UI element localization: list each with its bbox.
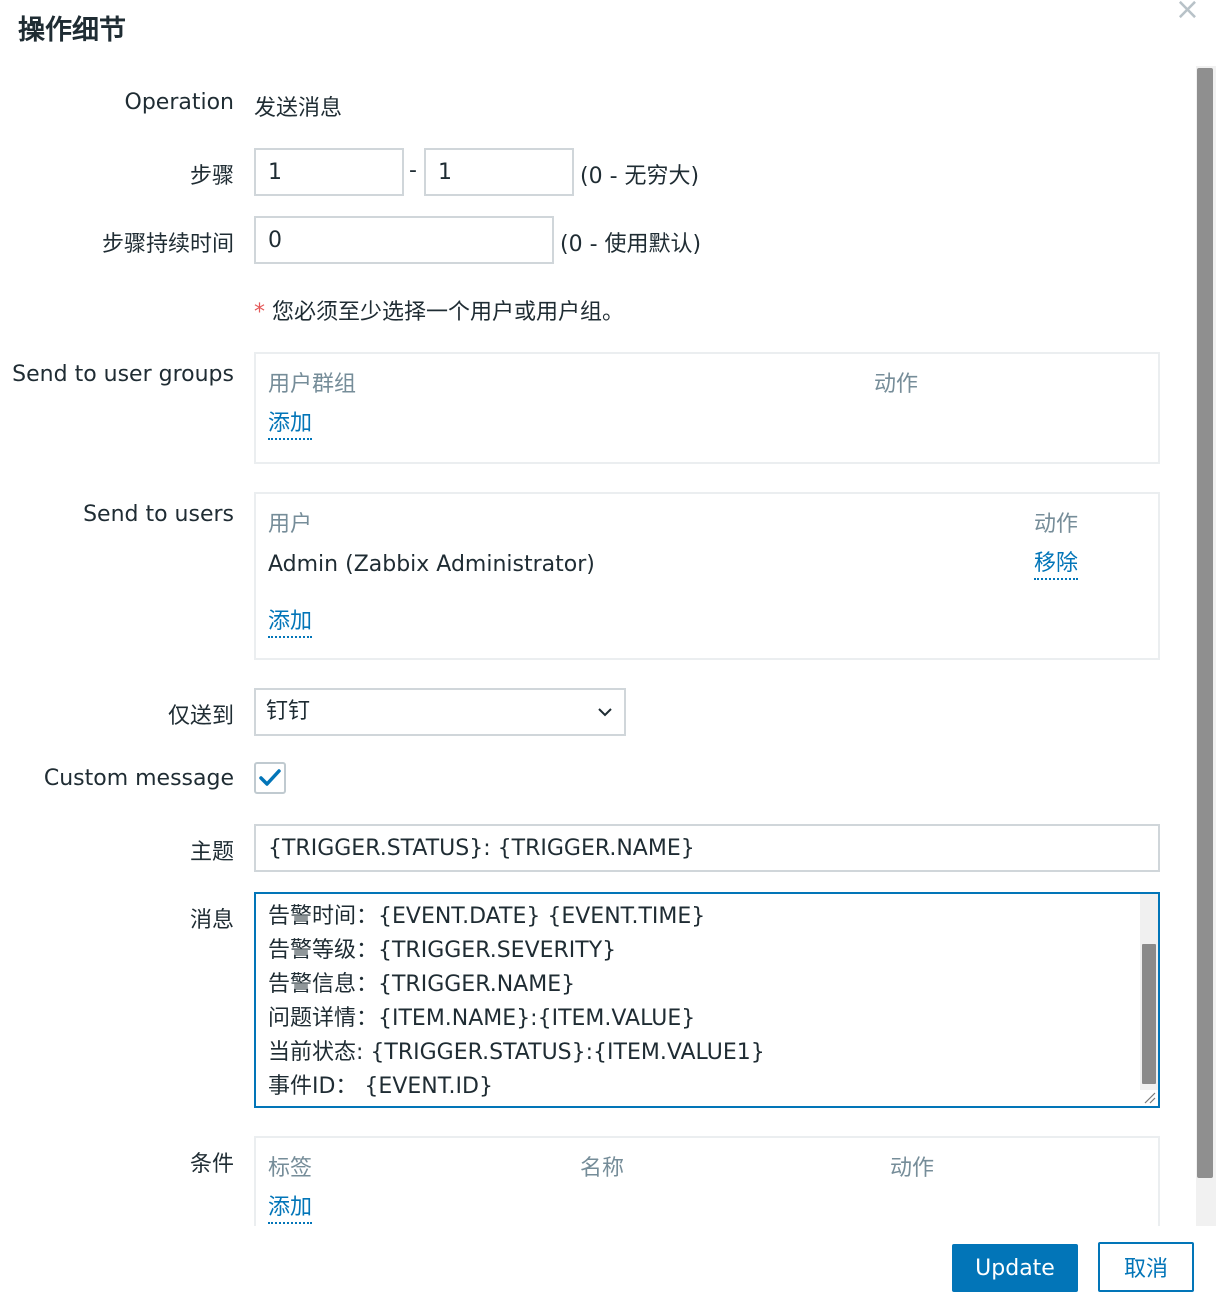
- message-line: 事件ID： {EVENT.ID}: [268, 1074, 493, 1099]
- required-warning-text: 您必须至少选择一个用户或用户组。: [272, 300, 625, 325]
- steps-label: 步骤: [189, 164, 234, 189]
- message-line: 告警信息：{TRIGGER.NAME}: [268, 972, 576, 997]
- message-line: 告警等级：{TRIGGER.SEVERITY}: [268, 938, 617, 963]
- send-only-to-label: 仅送到: [167, 704, 234, 729]
- message-textarea[interactable]: 告警时间：{EVENT.DATE} {EVENT.TIME} 告警等级：{TRI…: [254, 892, 1160, 1108]
- conditions-col-tag: 标签: [268, 1156, 313, 1181]
- operation-details-dialog: 操作细节 × Operation 发送消息 步骤 - (0 - 无穷大) 步骤持…: [0, 0, 1218, 1314]
- user-groups-label: Send to user groups: [12, 362, 234, 387]
- subject-input[interactable]: [254, 824, 1160, 872]
- steps-hint: (0 - 无穷大): [580, 164, 700, 189]
- users-col-action: 动作: [1034, 512, 1079, 537]
- message-line: 告警时间：{EVENT.DATE} {EVENT.TIME}: [268, 904, 706, 929]
- subject-label: 主题: [189, 840, 234, 865]
- message-line: 问题详情：{ITEM.NAME}:{ITEM.VALUE}: [268, 1006, 696, 1031]
- required-asterisk: *: [254, 300, 265, 325]
- required-warning: * 您必须至少选择一个用户或用户组。: [254, 294, 624, 326]
- custom-message-checkbox[interactable]: [254, 762, 286, 794]
- add-user-group-link[interactable]: 添加: [268, 410, 313, 440]
- conditions-col-action: 动作: [890, 1156, 935, 1181]
- conditions-label: 条件: [189, 1152, 234, 1177]
- chevron-down-icon: [598, 708, 612, 717]
- user-groups-col-action: 动作: [874, 372, 919, 397]
- checkmark-icon: [259, 769, 281, 786]
- textarea-scrollbar[interactable]: [1140, 894, 1158, 1090]
- step-duration-input[interactable]: [254, 216, 554, 264]
- step-to-input[interactable]: [424, 148, 574, 196]
- remove-user-link[interactable]: 移除: [1034, 550, 1079, 580]
- add-condition-link[interactable]: 添加: [268, 1194, 313, 1224]
- send-only-to-select[interactable]: 钉钉: [254, 688, 626, 736]
- user-groups-col-group: 用户群组: [268, 372, 357, 397]
- operation-value: 发送消息: [254, 96, 343, 121]
- conditions-col-name: 名称: [580, 1156, 625, 1181]
- add-user-link[interactable]: 添加: [268, 608, 313, 638]
- message-line: 当前状态: {TRIGGER.STATUS}:{ITEM.VALUE1}: [268, 1040, 765, 1065]
- user-groups-table: 用户群组 动作 添加: [254, 352, 1160, 464]
- resize-handle-icon[interactable]: [1142, 1090, 1156, 1104]
- operation-label: Operation: [124, 90, 234, 115]
- users-col-user: 用户: [268, 512, 313, 537]
- message-label: 消息: [189, 908, 234, 933]
- users-table: 用户 动作 Admin (Zabbix Administrator) 移除 添加: [254, 492, 1160, 660]
- user-name: Admin (Zabbix Administrator): [268, 552, 595, 577]
- step-duration-hint: (0 - 使用默认): [560, 232, 702, 257]
- close-icon[interactable]: ×: [1175, 0, 1200, 27]
- dialog-scrollbar-thumb[interactable]: [1197, 68, 1213, 1178]
- custom-message-label: Custom message: [43, 766, 234, 791]
- send-only-to-value: 钉钉: [266, 699, 311, 724]
- users-label: Send to users: [83, 502, 234, 527]
- conditions-table: 标签 名称 动作 添加: [254, 1136, 1160, 1236]
- update-button[interactable]: Update: [952, 1244, 1078, 1292]
- dialog-title: 操作细节: [18, 15, 126, 46]
- cancel-button[interactable]: 取消: [1098, 1242, 1194, 1292]
- step-duration-label: 步骤持续时间: [101, 232, 234, 257]
- steps-separator: -: [409, 158, 417, 183]
- step-from-input[interactable]: [254, 148, 404, 196]
- textarea-scrollbar-thumb[interactable]: [1142, 944, 1156, 1084]
